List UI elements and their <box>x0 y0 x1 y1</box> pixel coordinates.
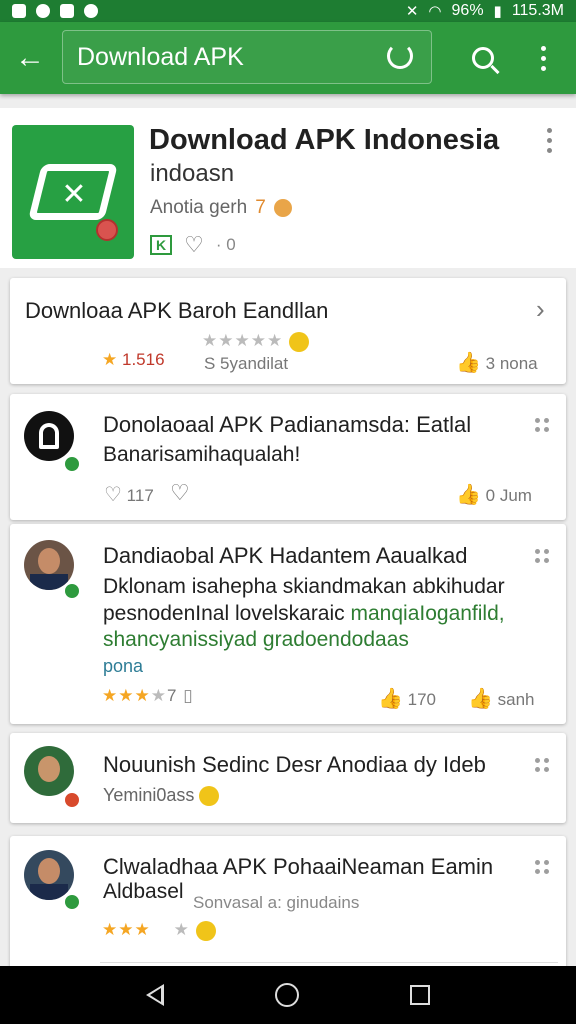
notification-icon <box>12 4 26 18</box>
back-arrow-icon[interactable]: ← <box>0 22 60 94</box>
wifi-icon: ◠ <box>428 3 442 20</box>
verified-badge-icon <box>63 893 81 911</box>
chevron-right-icon[interactable]: › <box>536 294 545 325</box>
nav-home-icon[interactable] <box>274 983 299 1007</box>
emoji-icon <box>199 786 220 807</box>
list-item[interactable] <box>10 733 566 823</box>
row-title: Dandiaobal APK Hadantem Aaualkad <box>103 543 468 568</box>
app-meta-number: 7 <box>255 197 266 218</box>
row-subtitle: Aldbasel <box>103 880 184 903</box>
like-action[interactable]: 👍 sanh <box>468 686 535 711</box>
notification-icon <box>36 4 50 18</box>
rating-stars: ★★★★★ <box>202 331 309 352</box>
emoji-icon <box>273 199 292 217</box>
info-icon: ▯ <box>183 686 194 705</box>
row-text: pesnodenInal lovelskaraic manqiaIoganfil… <box>103 602 505 625</box>
divider <box>100 962 558 963</box>
row-subtitle: Banarisamihaqualah! <box>103 443 301 466</box>
rating-stars: ★★★ ★ <box>102 920 216 941</box>
rating-value: ★ 1.516 <box>102 350 165 369</box>
row-title: Donolaoaal APK Padianamsda: Eatlal <box>103 412 472 437</box>
search-input[interactable]: Download APK <box>77 43 244 72</box>
overflow-menu-button[interactable] <box>518 22 568 94</box>
battery-icon: ▮ <box>493 3 502 20</box>
drag-handle-icon[interactable] <box>535 418 549 432</box>
nav-back-icon[interactable] <box>145 984 164 1006</box>
verified-badge-icon <box>63 455 81 473</box>
heart-badge-icon <box>96 219 118 241</box>
app-developer: indoasn <box>150 160 235 187</box>
toolbar: ← Download APK <box>0 22 576 94</box>
row-subtitle-extra: Sonvasal a: ginudains <box>193 893 360 912</box>
heart-icon[interactable]: ♡ <box>184 232 204 258</box>
drag-handle-icon[interactable] <box>535 549 549 563</box>
avatar <box>24 411 74 461</box>
row-subtitle: Yemini0ass <box>103 785 220 807</box>
app-title: Download APK Indonesia <box>149 124 500 156</box>
notification-icon <box>84 4 98 18</box>
thumbs-up-icon: 👍 <box>468 688 493 710</box>
row-title: Clwaladhaa APK PohaaiNeaman Eamin <box>103 854 494 879</box>
search-button[interactable] <box>458 22 508 94</box>
like-action[interactable]: 👍 3 nona <box>456 350 538 375</box>
app-meta: Anotia gerh 7 <box>150 197 292 219</box>
heart-icon[interactable]: ♡ <box>170 480 190 506</box>
avatar <box>24 850 74 900</box>
search-box[interactable]: Download APK <box>62 30 432 84</box>
more-vert-icon <box>540 45 546 71</box>
app-more-button[interactable] <box>547 128 552 153</box>
thumbs-up-icon: 👍 <box>456 484 481 506</box>
row-text-tag: pona <box>103 656 144 676</box>
row-title: Nouunish Sedinc Desr Anodiaa dy Ideb <box>103 752 486 777</box>
emoji-icon <box>288 331 309 352</box>
like-count[interactable]: 👍 170 <box>378 686 436 711</box>
app-icon[interactable]: ✕ <box>12 125 134 259</box>
comment-count[interactable]: ♡ 117 <box>104 482 154 507</box>
nav-recents-icon[interactable] <box>410 985 431 1005</box>
data-usage: 115.3M <box>511 2 564 19</box>
app-meta-text: Anotia gerh <box>150 197 248 218</box>
more-vert-icon <box>547 128 552 153</box>
emoji-icon <box>195 920 216 941</box>
notification-icon <box>60 4 74 18</box>
app-stats: K ♡ · 0 <box>150 232 236 258</box>
row-text-highlight: shancyanissiyad gradoendodaas <box>103 628 409 651</box>
avatar <box>24 746 74 796</box>
like-action[interactable]: 👍 0 Jum <box>456 482 532 507</box>
refresh-icon[interactable] <box>387 43 413 69</box>
bluetooth-icon: ✕ <box>405 3 419 20</box>
thumbs-up-icon: 👍 <box>378 688 403 710</box>
row-text: Dklonam isahepha skiandmakan abkihudar <box>103 575 505 598</box>
size-badge: K <box>150 235 173 255</box>
drag-handle-icon[interactable] <box>535 860 549 874</box>
status-bar: ✕ ◠ 96% ▮ 115.3M <box>0 0 576 22</box>
comment-icon: ♡ <box>104 484 122 506</box>
search-icon <box>472 47 494 69</box>
badge-icon <box>63 791 81 809</box>
battery-percent: 96% <box>451 2 484 19</box>
rating-label: S 5yandilat <box>204 354 289 373</box>
verified-badge-icon <box>63 582 81 600</box>
rating-stars: ★★★★7 ▯ <box>102 686 194 705</box>
rating-separator: · 0 <box>215 235 236 254</box>
apk-logo-icon: ✕ <box>28 164 118 220</box>
thumbs-up-icon: 👍 <box>456 352 481 374</box>
drag-handle-icon[interactable] <box>535 758 549 772</box>
row-title: Downloaa APK Baroh Eandllan <box>25 298 329 323</box>
system-nav-bar <box>0 966 576 1024</box>
